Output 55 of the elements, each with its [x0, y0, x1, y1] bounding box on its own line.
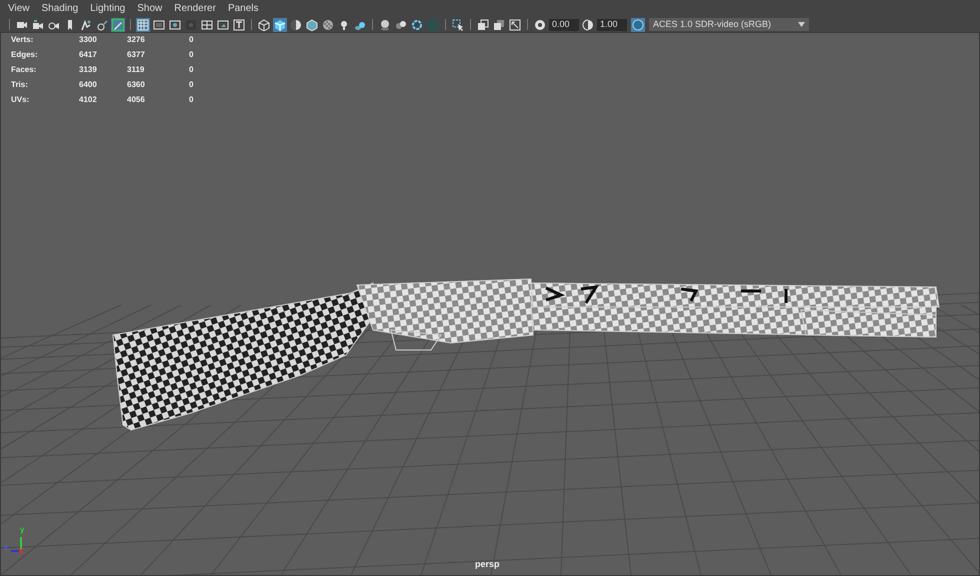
grid-icon[interactable]	[136, 18, 150, 32]
gamma-field[interactable]: 1.00	[597, 18, 627, 30]
stat-label: Verts:	[11, 34, 34, 46]
stat-label: UVs:	[11, 94, 30, 106]
safe-action-icon[interactable]	[216, 18, 230, 32]
stat-label: Faces:	[11, 64, 38, 76]
stat-value: 0	[189, 49, 194, 61]
menu-item[interactable]: Show	[133, 2, 166, 16]
menu-item[interactable]: Renderer	[170, 2, 220, 16]
stat-value: 0	[189, 34, 194, 46]
exposure-field[interactable]: 0.00	[549, 18, 579, 30]
stat-value: 6360	[127, 79, 146, 91]
stat-value: 0	[189, 79, 194, 91]
field-chart-icon[interactable]	[200, 18, 214, 32]
stat-value: 3300	[79, 34, 98, 46]
select-cursor-icon[interactable]	[451, 18, 465, 32]
pencil-icon[interactable]	[111, 18, 125, 32]
stacked-squares-icon[interactable]	[492, 18, 506, 32]
shaded-cube-icon[interactable]	[273, 18, 287, 32]
stat-value: 3139	[79, 64, 98, 76]
stat-value: 6377	[127, 49, 146, 61]
axis-label: z	[4, 543, 8, 552]
stat-value: 0	[189, 64, 194, 76]
menu-item[interactable]: Shading	[38, 2, 82, 16]
view-transform-dropdown[interactable]: ACES 1.0 SDR-video (sRGB)	[649, 18, 809, 31]
axis-indicator-icon	[11, 537, 23, 553]
menu-item[interactable]: Panels	[224, 2, 263, 16]
wireframe-cube-icon[interactable]	[257, 18, 271, 32]
gamma-icon[interactable]	[581, 18, 595, 32]
stat-label: Tris:	[11, 79, 29, 91]
axis-label: y	[20, 525, 24, 534]
stat-value: 3276	[127, 34, 146, 46]
stat-value: 3119	[127, 64, 146, 76]
exposure-icon[interactable]	[533, 18, 547, 32]
framed-arrow-icon[interactable]	[508, 18, 522, 32]
stat-value: 4056	[127, 94, 146, 106]
camera-attributes-icon[interactable]	[31, 18, 45, 32]
safe-title-icon[interactable]	[232, 18, 246, 32]
resolution-gate-icon[interactable]	[168, 18, 182, 32]
half-shaded-sphere-icon[interactable]	[289, 18, 303, 32]
stat-value: 6400	[79, 79, 98, 91]
film-gate-icon[interactable]	[152, 18, 166, 32]
checker-sphere-icon[interactable]	[321, 18, 335, 32]
color-management-icon[interactable]	[631, 18, 645, 32]
menu-item[interactable]: View	[4, 2, 34, 16]
stat-value: 0	[189, 94, 194, 106]
overlap-squares-icon[interactable]	[476, 18, 490, 32]
camera-name: persp	[475, 558, 500, 571]
zoom-tool-icon[interactable]	[95, 18, 109, 32]
menu-item[interactable]: Lighting	[86, 2, 130, 16]
stat-value: 4102	[79, 94, 98, 106]
caret-icon	[798, 22, 805, 27]
stat-value: 6417	[79, 49, 98, 61]
dashed-ring-icon[interactable]	[410, 18, 424, 32]
stat-label: Edges:	[11, 49, 39, 61]
